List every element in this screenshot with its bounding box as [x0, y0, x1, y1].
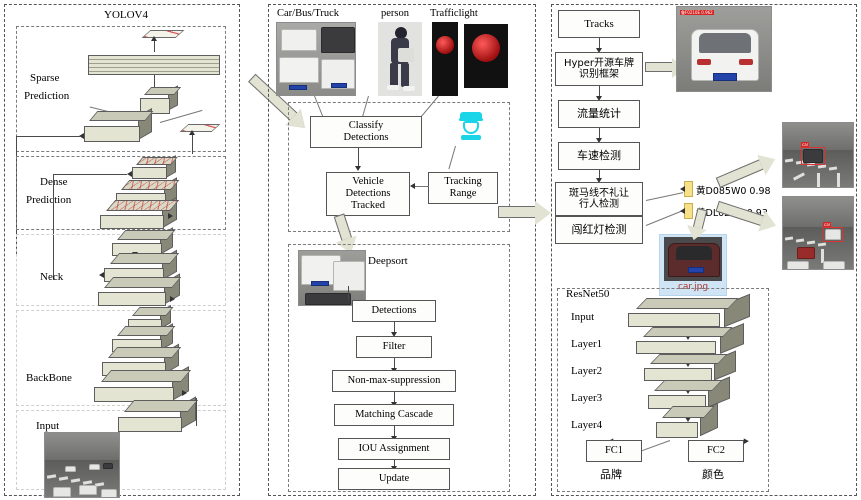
arrow-hyper-to-car-photo — [645, 58, 685, 78]
resnet-input-label: Input — [571, 311, 595, 323]
tracking-range-line2: Range — [449, 188, 477, 199]
deepsort-step-detections[interactable]: Detections — [352, 300, 436, 322]
dense-slab-small — [132, 155, 178, 179]
arrowhead-icon — [168, 213, 173, 219]
arrow-middle-to-right — [498, 201, 551, 225]
input-label: Input — [36, 420, 60, 432]
vehicle-detections-tracked-box[interactable]: Vehicle Detections Tracked — [326, 172, 410, 216]
hyper-lpr-line2: 识别框架 — [579, 69, 619, 80]
resnet-fc1[interactable]: FC1 — [586, 440, 642, 462]
crosswalk-line1: 斑马线不礼让 — [569, 187, 629, 199]
deepsort-step-matching-cascade[interactable]: Matching Cascade — [334, 404, 454, 426]
resnet-fc1-caption: 品牌 — [600, 468, 622, 481]
arrowhead-icon — [355, 166, 361, 171]
connector — [348, 286, 349, 300]
deepsort-step-update[interactable]: Update — [338, 468, 450, 490]
car-jpg-crop: car.jpg — [659, 234, 727, 296]
vehicle-line2: Detections — [345, 187, 391, 199]
resnet-layer1-label: Layer1 — [571, 338, 603, 350]
class-person-photo — [378, 22, 422, 96]
vehicle-line3: Tracked — [350, 200, 386, 212]
crosswalk-line2: 行人检测 — [579, 199, 619, 210]
input-slab — [118, 396, 199, 432]
red-light-violation-photo: car — [782, 196, 854, 270]
deepsort-title: Deepsort — [368, 255, 408, 267]
deepsort-detection-photo — [298, 250, 366, 306]
arrowhead-icon — [189, 130, 195, 135]
arrowhead-icon — [680, 186, 685, 192]
pipeline-traffic-flow[interactable]: 流量统计 — [558, 100, 640, 128]
pipeline-red-light-running[interactable]: 闯红灯检测 — [555, 216, 643, 244]
connector — [414, 186, 429, 187]
plate-chip-2 — [684, 203, 693, 219]
pipeline-crosswalk-yield[interactable]: 斑马线不礼让 行人检测 — [555, 182, 643, 216]
arrowhead-icon — [410, 183, 415, 189]
arrowhead-icon — [127, 171, 132, 177]
resnet-layer3-label: Layer3 — [571, 392, 603, 404]
resnet50-title: ResNet50 — [566, 288, 610, 300]
pipeline-speed-detection[interactable]: 车速检测 — [558, 142, 640, 170]
resnet-fc2[interactable]: FC2 — [688, 440, 744, 462]
pipeline-tracks[interactable]: Tracks — [558, 10, 640, 38]
dense-prediction-label-2: Prediction — [26, 194, 72, 206]
class-person-label: person — [381, 8, 409, 19]
tracking-range-line1: Tracking — [444, 175, 482, 187]
arrowhead-icon — [182, 390, 187, 396]
resnet-layer4-slab — [656, 402, 718, 438]
resnet-layer2-label: Layer2 — [571, 365, 603, 377]
classify-detections-line2: Detections — [343, 132, 389, 143]
pipeline-hyper-lpr[interactable]: Hyper开源车牌 识别框架 — [555, 52, 643, 86]
connector — [53, 174, 127, 175]
resnet-layer4-label: Layer4 — [571, 419, 603, 431]
yolov4-title: YOLOV4 — [104, 9, 148, 21]
plate-chip-1 — [684, 181, 693, 197]
crosswalk-violation-photo: car — [782, 122, 854, 188]
lpr-result-photo: 鲁F0210E 0.962 — [676, 6, 772, 92]
tracking-range-box[interactable]: Tracking Range — [428, 172, 498, 204]
deepsort-step-nms[interactable]: Non-max-suppression — [332, 370, 456, 392]
sparse-feature-stack — [88, 55, 220, 75]
plate-result-1: 黄D085W0 0.98 — [696, 186, 771, 197]
resnet-input-slab — [628, 293, 750, 328]
connector — [192, 132, 193, 154]
connector — [196, 398, 197, 426]
connector — [16, 136, 80, 137]
vehicle-line1: Vehicle — [352, 175, 384, 187]
class-car-bus-truck-label: Car/Bus/Truck — [277, 8, 340, 19]
classify-detections-box[interactable]: Classify Detections — [310, 116, 422, 148]
class-car-photo — [276, 22, 356, 96]
classify-detections-line1: Classify — [348, 119, 384, 131]
arrowhead-icon — [151, 36, 157, 41]
arrowhead-icon — [99, 272, 104, 278]
hyper-lpr-line1: Hyper开源车牌 — [563, 57, 635, 69]
class-trafficlight-label: Trafficlight — [430, 8, 478, 19]
input-traffic-photo — [44, 432, 120, 498]
arrowhead-icon — [170, 296, 175, 302]
connector — [358, 148, 359, 168]
backbone-label: BackBone — [26, 372, 72, 384]
dense-slab-large — [100, 196, 180, 229]
deepsort-step-iou-assignment[interactable]: IOU Assignment — [338, 438, 450, 460]
lpr-result-label: 鲁F0210E 0.962 — [680, 10, 714, 15]
resnet-layer2-slab — [644, 350, 736, 381]
resnet-fc2-caption: 颜色 — [702, 468, 724, 481]
police-officer-icon — [459, 112, 485, 142]
class-trafficlight-photo-1 — [432, 22, 458, 96]
backbone-slab-4 — [94, 366, 192, 402]
deepsort-step-filter[interactable]: Filter — [356, 336, 432, 358]
diagram-root: YOLOV4 Sparse Prediction Dense Predictio… — [0, 0, 861, 500]
class-trafficlight-photo-2 — [464, 24, 508, 88]
sparse-prediction-label-2: Prediction — [24, 90, 70, 102]
neck-label: Neck — [40, 271, 64, 283]
sparse-prediction-label-1: Sparse — [30, 72, 60, 84]
arrowhead-icon — [680, 208, 685, 214]
sparse-left-slab — [84, 107, 154, 142]
resnet-layer1-slab — [636, 323, 744, 354]
